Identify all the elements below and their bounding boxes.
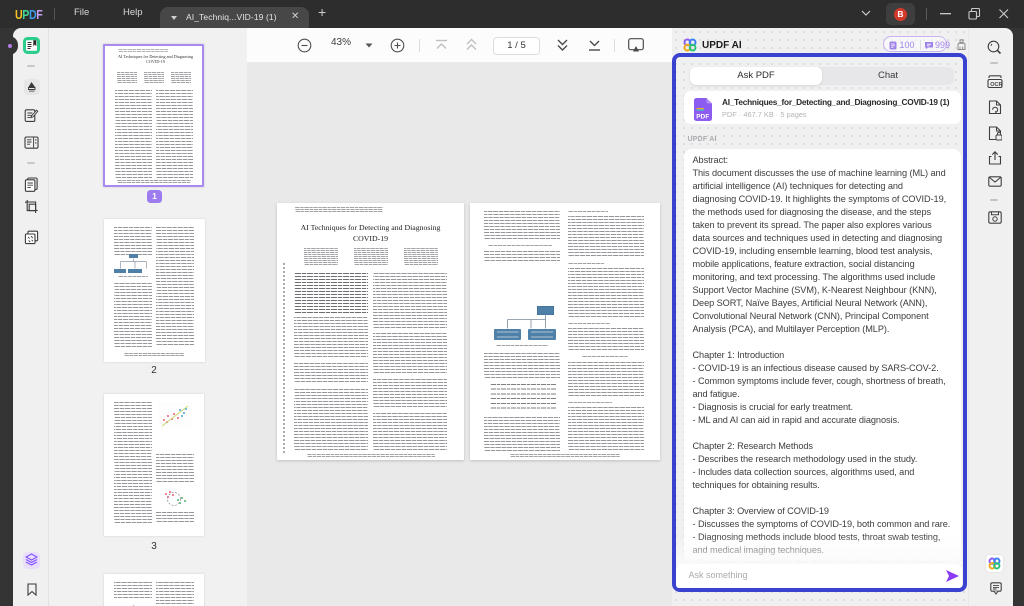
svg-text:OCR: OCR (990, 82, 1002, 88)
svg-text:PDF: PDF (696, 113, 709, 120)
